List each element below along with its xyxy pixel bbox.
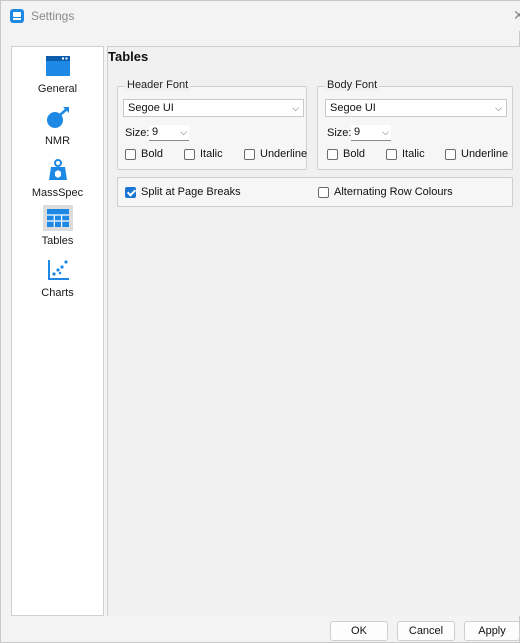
window-icon (43, 53, 73, 79)
sidebar: General NMR MassSpec Tables Charts (11, 46, 104, 616)
checkbox-label: Alternating Row Colours (334, 186, 453, 198)
page-title: Tables (108, 49, 149, 64)
header-size-select[interactable]: 9 ⌵ (149, 125, 189, 141)
body-underline-checkbox[interactable]: Underline (445, 148, 508, 160)
checkbox-box (327, 148, 338, 160)
body-font-select[interactable]: Segoe UI ⌵ (325, 99, 507, 117)
cancel-button[interactable]: Cancel (397, 621, 455, 641)
sidebar-item-label: NMR (44, 135, 71, 147)
sidebar-item-massspec[interactable]: MassSpec (14, 155, 101, 207)
mass-weight-icon (43, 157, 73, 183)
chevron-down-icon: ⌵ (495, 103, 502, 113)
chevron-down-icon: ⌵ (180, 127, 187, 137)
checkbox-box (125, 148, 136, 160)
checkbox-box (244, 148, 255, 160)
split-page-breaks-checkbox[interactable]: Split at Page Breaks (125, 186, 241, 198)
header-font-value: Segoe UI (128, 102, 174, 114)
checkbox-label: Underline (461, 148, 509, 160)
body-italic-checkbox[interactable]: Italic (386, 148, 425, 160)
sidebar-item-general[interactable]: General (14, 51, 101, 103)
checkbox-box (445, 148, 456, 160)
window-title: Settings (31, 9, 75, 23)
sidebar-item-label: Tables (41, 235, 74, 247)
title-bar: Settings ✕ (1, 1, 520, 31)
checkbox-box (386, 148, 397, 160)
checkbox-box (125, 186, 136, 198)
body-font-value: Segoe UI (330, 102, 376, 114)
checkbox-label: Bold (343, 148, 366, 160)
body-font-label: Body Font (325, 79, 380, 91)
chevron-down-icon: ⌵ (292, 103, 299, 113)
ok-button[interactable]: OK (330, 621, 388, 641)
header-size-value: 9 (152, 126, 159, 138)
sidebar-item-charts[interactable]: Charts (14, 255, 101, 307)
sidebar-item-tables[interactable]: Tables (14, 203, 101, 255)
scatter-chart-icon (43, 257, 73, 283)
body-size-value: 9 (354, 126, 361, 138)
sidebar-item-label: MassSpec (31, 187, 84, 199)
checkbox-label: Bold (141, 148, 164, 160)
header-underline-checkbox[interactable]: Underline (244, 148, 307, 160)
magnet-icon (43, 105, 73, 131)
close-icon[interactable]: ✕ (513, 7, 520, 24)
checkbox-label: Italic (200, 148, 223, 160)
checkbox-label: Split at Page Breaks (141, 186, 241, 198)
chevron-down-icon: ⌵ (382, 127, 389, 137)
checkbox-label: Italic (402, 148, 425, 160)
sidebar-item-label: General (37, 83, 78, 95)
table-icon (43, 205, 73, 231)
settings-window: Settings ✕ General NMR MassSpec Tables C… (0, 0, 520, 643)
header-font-label: Header Font (125, 79, 191, 91)
app-icon (10, 9, 24, 23)
sidebar-item-label: Charts (41, 287, 74, 299)
checkbox-box (184, 148, 195, 160)
header-font-select[interactable]: Segoe UI ⌵ (123, 99, 304, 117)
header-italic-checkbox[interactable]: Italic (184, 148, 223, 160)
checkbox-box (318, 186, 329, 198)
apply-button[interactable]: Apply (464, 621, 520, 641)
header-size-label: Size: (125, 127, 150, 139)
body-size-select[interactable]: 9 ⌵ (351, 125, 391, 141)
body-bold-checkbox[interactable]: Bold (327, 148, 365, 160)
body-size-label: Size: (327, 127, 352, 139)
header-bold-checkbox[interactable]: Bold (125, 148, 163, 160)
sidebar-item-nmr[interactable]: NMR (14, 103, 101, 155)
checkbox-label: Underline (260, 148, 308, 160)
alternating-row-colours-checkbox[interactable]: Alternating Row Colours (318, 186, 453, 198)
